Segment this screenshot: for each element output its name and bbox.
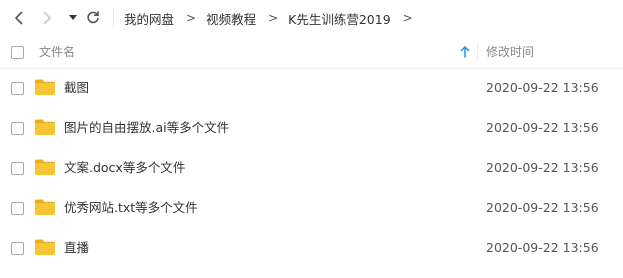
file-list-header: 文件名 修改时间 (0, 36, 623, 69)
refresh-icon (87, 11, 99, 24)
column-header-name[interactable]: 文件名 (39, 36, 75, 68)
breadcrumb-item-camp-2019[interactable]: K先生训练营2019 (288, 9, 391, 28)
file-row[interactable]: 文案.docx等多个文件 2020-09-22 13:56 (0, 148, 623, 188)
row-checkbox[interactable] (11, 202, 24, 215)
file-name[interactable]: 优秀网站.txt等多个文件 (64, 188, 198, 228)
column-header-modified[interactable]: 修改时间 (486, 36, 534, 68)
chevron-right-icon (43, 11, 51, 25)
caret-down-icon (69, 15, 77, 20)
breadcrumb-item-video-tutorials[interactable]: 视频教程 (206, 9, 256, 28)
modified-time: 2020-09-22 13:56 (486, 240, 599, 255)
folder-icon (35, 199, 55, 215)
breadcrumb: 我的网盘 > 视频教程 > K先生训练营2019 > (124, 0, 423, 36)
forward-button[interactable] (38, 8, 56, 28)
file-row[interactable]: 图片的自由摆放.ai等多个文件 2020-09-22 13:56 (0, 108, 623, 148)
arrow-up-icon[interactable] (460, 46, 470, 58)
chevron-left-icon (15, 11, 23, 25)
row-checkbox[interactable] (11, 162, 24, 175)
select-all-checkbox[interactable] (11, 46, 24, 59)
refresh-button[interactable] (84, 8, 102, 28)
row-checkbox[interactable] (11, 242, 24, 255)
folder-icon (35, 239, 55, 255)
file-name[interactable]: 直播 (64, 228, 89, 268)
breadcrumb-separator: > (402, 11, 413, 25)
row-checkbox[interactable] (11, 122, 24, 135)
toolbar: 我的网盘 > 视频教程 > K先生训练营2019 > (0, 0, 623, 36)
modified-time: 2020-09-22 13:56 (486, 80, 599, 95)
breadcrumb-item-my-drive[interactable]: 我的网盘 (124, 9, 174, 28)
history-dropdown-button[interactable] (64, 8, 82, 28)
file-name[interactable]: 文案.docx等多个文件 (64, 148, 185, 188)
file-name[interactable]: 截图 (64, 68, 89, 108)
row-checkbox[interactable] (11, 82, 24, 95)
folder-icon (35, 79, 55, 95)
file-row[interactable]: 截图 2020-09-22 13:56 (0, 68, 623, 108)
breadcrumb-separator: > (186, 11, 197, 25)
modified-time: 2020-09-22 13:56 (486, 200, 599, 215)
file-name[interactable]: 图片的自由摆放.ai等多个文件 (64, 108, 229, 148)
modified-time: 2020-09-22 13:56 (486, 160, 599, 175)
back-button[interactable] (10, 8, 28, 28)
breadcrumb-separator: > (268, 11, 279, 25)
column-divider[interactable] (477, 42, 478, 62)
toolbar-divider (113, 9, 114, 27)
folder-icon (35, 159, 55, 175)
file-row[interactable]: 优秀网站.txt等多个文件 2020-09-22 13:56 (0, 188, 623, 228)
file-row[interactable]: 直播 2020-09-22 13:56 (0, 228, 623, 268)
folder-icon (35, 119, 55, 135)
modified-time: 2020-09-22 13:56 (486, 120, 599, 135)
